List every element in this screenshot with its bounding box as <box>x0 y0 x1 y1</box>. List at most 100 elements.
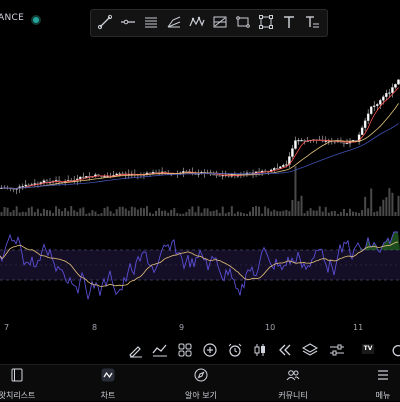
pattern-icon[interactable] <box>189 14 205 30</box>
rectangle-icon[interactable] <box>235 14 251 30</box>
volume-bar <box>149 212 151 216</box>
volume-bar <box>188 208 191 216</box>
horizontal-ray-icon[interactable] <box>120 14 136 30</box>
volume-bar <box>324 207 327 216</box>
volume-bar <box>55 206 58 216</box>
volume-bar <box>49 210 51 216</box>
volume-bar <box>97 213 100 216</box>
brush-icon[interactable] <box>127 342 143 358</box>
volume-bar <box>255 206 258 216</box>
volume-bar <box>379 206 382 216</box>
nav-chart[interactable]: 차트 <box>90 365 126 401</box>
volume-bar <box>3 206 6 216</box>
candle <box>394 84 397 88</box>
volume-bar <box>212 210 215 216</box>
volume-bar <box>45 210 48 216</box>
volume-bar <box>339 212 342 216</box>
indicators-icon[interactable] <box>152 342 168 358</box>
nav-watchlist[interactable]: 왓치리스트 <box>0 365 40 401</box>
volume-bar <box>261 213 264 216</box>
volume-bar <box>358 213 361 216</box>
volume-bar <box>258 206 261 216</box>
candle <box>385 93 388 97</box>
volume-bar <box>345 212 348 216</box>
volume-bar <box>194 212 197 216</box>
long-position-icon[interactable] <box>212 14 228 30</box>
parallel-channel-icon[interactable] <box>143 14 159 30</box>
candle <box>369 106 373 114</box>
candle <box>12 188 15 190</box>
volume-bar <box>152 213 155 216</box>
volume-bar <box>24 212 27 216</box>
watchlist-icon <box>11 368 23 382</box>
volume-bar <box>394 211 397 216</box>
undo-icon[interactable] <box>390 342 400 358</box>
candle <box>324 140 328 142</box>
volume-bar <box>94 211 97 216</box>
volume-bar <box>124 208 127 216</box>
volume-bar <box>306 210 309 216</box>
volume-bar <box>236 211 239 216</box>
volume-bar <box>158 208 161 216</box>
volume-bar <box>397 195 400 216</box>
rewind-icon[interactable] <box>277 342 293 358</box>
alarm-icon[interactable] <box>227 342 243 358</box>
volume-bar <box>127 210 130 216</box>
volume-bar <box>179 213 182 216</box>
volume-bar <box>388 188 391 216</box>
volume-bar <box>21 211 24 216</box>
volume-bar <box>61 211 64 216</box>
moving-average-slow <box>1 123 399 189</box>
candle <box>363 120 367 128</box>
volume-bar <box>155 210 158 216</box>
plus-circle-icon[interactable] <box>202 342 218 358</box>
candles-layer <box>0 78 400 195</box>
volume-bar <box>0 212 3 216</box>
candle <box>379 100 382 105</box>
candle <box>382 96 385 101</box>
grid-icon[interactable] <box>177 342 193 358</box>
candles-icon[interactable] <box>252 342 268 358</box>
volume-bar <box>15 206 18 216</box>
candle <box>24 184 28 187</box>
volume-bar <box>291 199 294 216</box>
settings-sliders-icon[interactable] <box>329 342 345 358</box>
tradingview-logo-icon[interactable]: TV <box>362 344 374 354</box>
text-icon[interactable] <box>281 14 297 30</box>
volume-bar <box>139 207 142 216</box>
volume-bar <box>370 188 373 216</box>
time-axis-label: 11 <box>353 323 364 332</box>
candle <box>103 176 106 178</box>
volume-bar <box>121 206 124 216</box>
candle <box>212 174 215 176</box>
candle <box>279 166 282 169</box>
volume-bar <box>42 208 45 216</box>
nav-explore[interactable]: 알아 보기 <box>176 365 226 401</box>
text-note-icon[interactable] <box>304 14 320 30</box>
volume-bar <box>52 212 55 216</box>
volume-bar <box>33 212 36 216</box>
select-frame-icon[interactable] <box>258 14 274 30</box>
candle <box>42 180 46 183</box>
drawing-toolbar <box>90 9 328 37</box>
compass-icon <box>194 368 208 382</box>
candle <box>276 168 279 170</box>
candle <box>21 186 24 188</box>
volume-bar <box>267 208 270 216</box>
volume-bar <box>276 211 279 216</box>
pitchfork-icon[interactable] <box>166 14 182 30</box>
community-icon <box>286 370 300 381</box>
trend-line-icon[interactable] <box>97 14 113 30</box>
volume-bar <box>136 209 139 216</box>
volume-bar <box>133 207 136 216</box>
volume-bar <box>109 211 112 216</box>
volume-bar <box>200 212 203 216</box>
volume-bar <box>342 208 345 216</box>
volume-bar <box>12 210 15 216</box>
nav-community[interactable]: 커뮤니티 <box>270 365 316 401</box>
volume-bar <box>100 213 103 216</box>
nav-menu[interactable]: 메뉴 <box>370 365 396 401</box>
price-chart[interactable] <box>0 40 400 356</box>
layers-icon[interactable] <box>301 342 319 358</box>
candle <box>285 164 288 166</box>
